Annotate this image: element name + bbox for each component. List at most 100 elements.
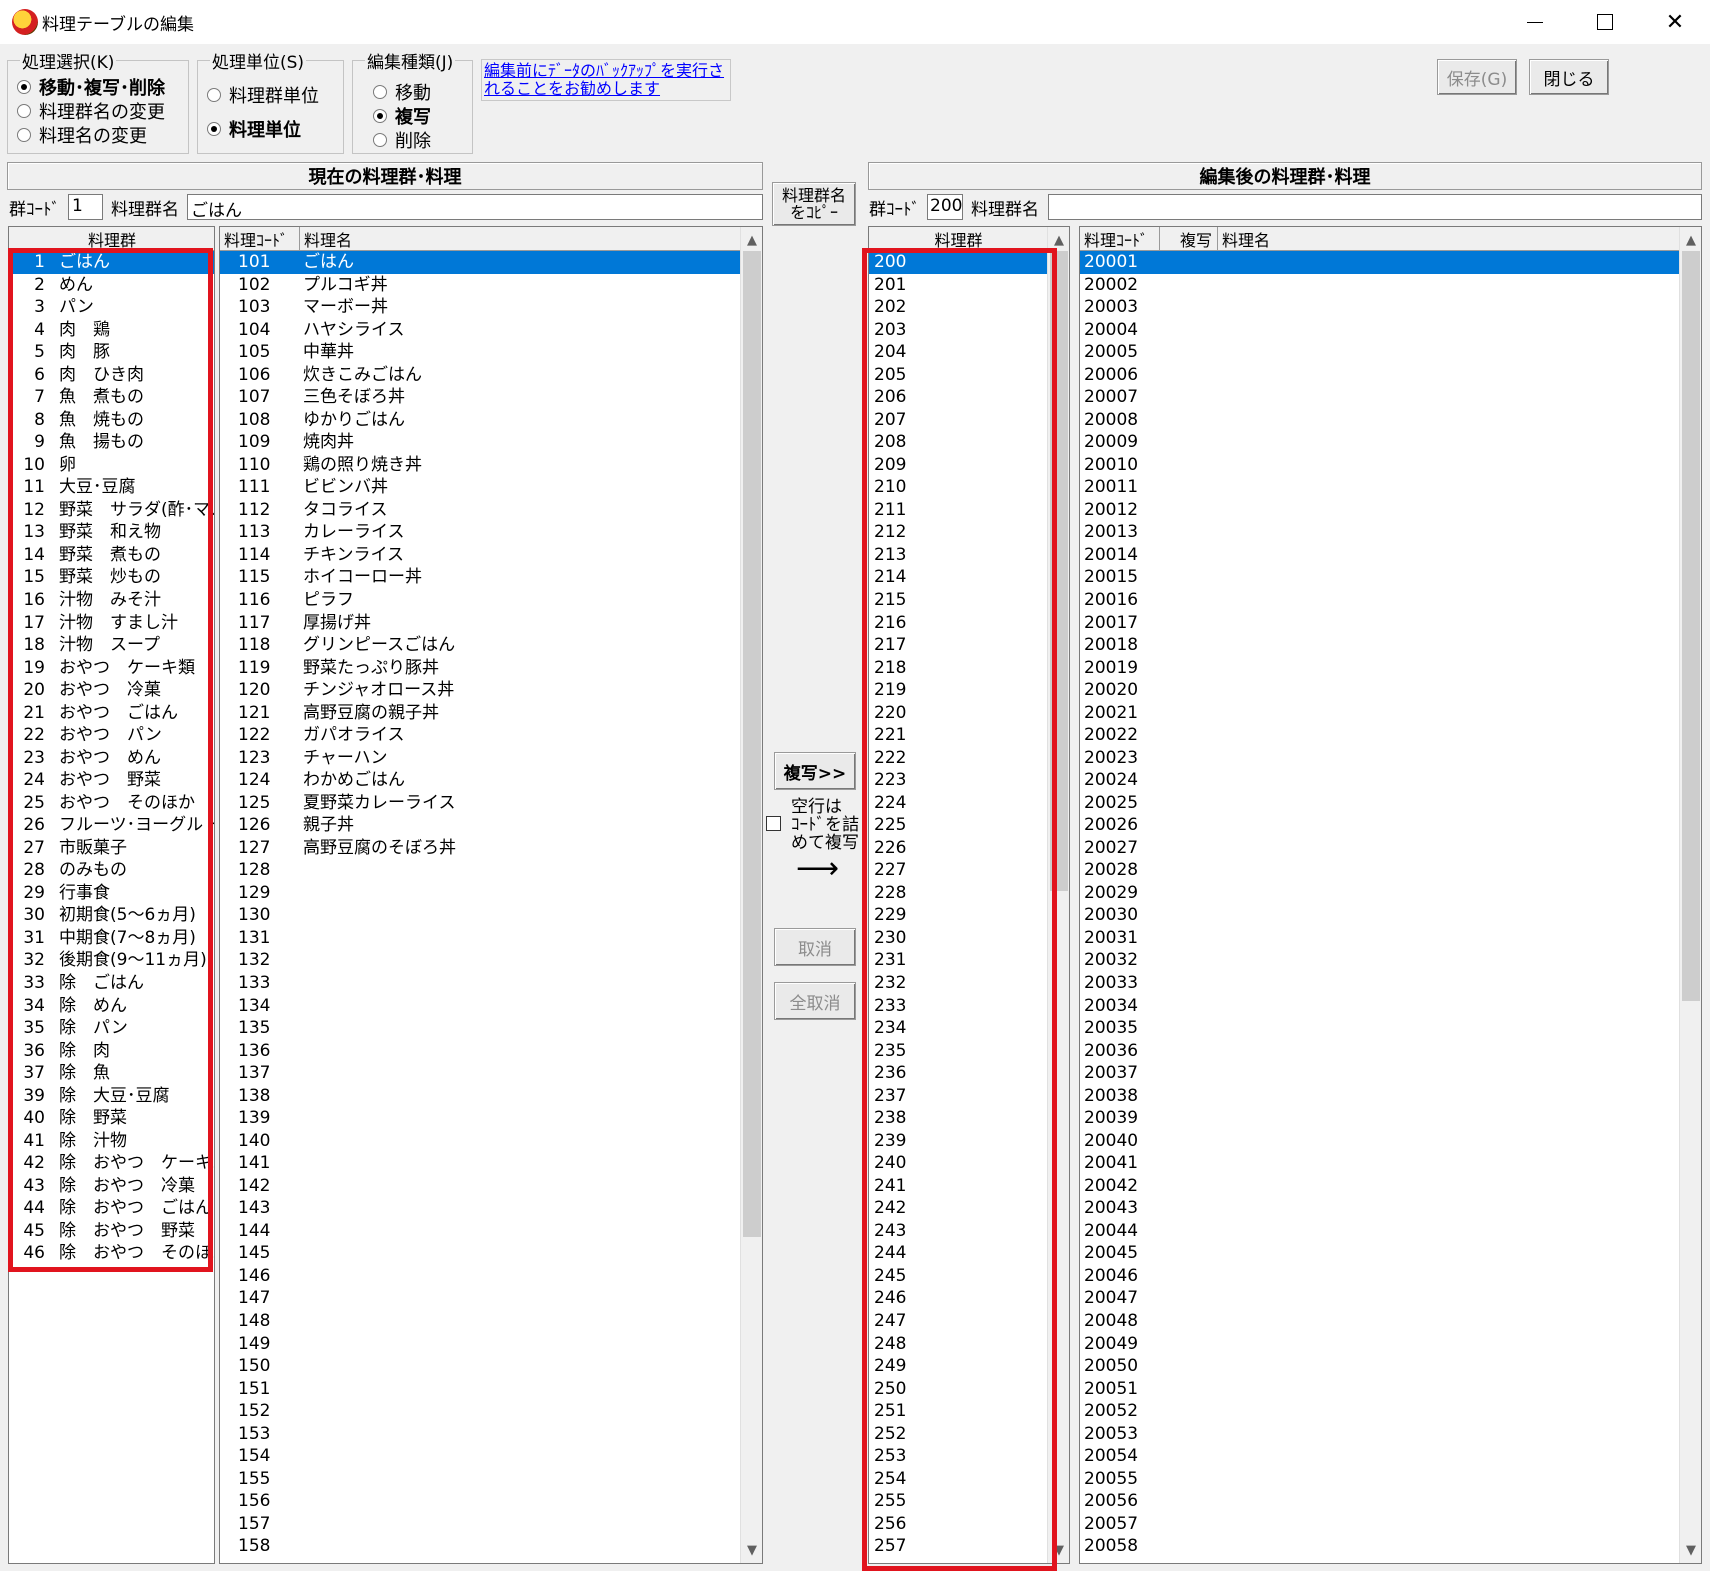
edited-dish-row[interactable]: 20056 (1080, 1490, 1679, 1513)
dish-row[interactable]: 154 (220, 1445, 740, 1468)
scroll-up-icon[interactable]: ▲ (1680, 229, 1701, 251)
edited-group-row[interactable]: 204 (869, 341, 1047, 364)
edited-group-row[interactable]: 245 (869, 1265, 1047, 1288)
edited-group-row[interactable]: 237 (869, 1085, 1047, 1108)
edited-group-row[interactable]: 255 (869, 1490, 1047, 1513)
edited-group-row[interactable]: 233 (869, 995, 1047, 1018)
edited-dish-row[interactable]: 20012 (1080, 499, 1679, 522)
edited-group-row[interactable]: 220 (869, 702, 1047, 725)
group-row[interactable]: 5 肉 豚 (9, 341, 214, 364)
edited-group-row[interactable]: 240 (869, 1152, 1047, 1175)
edited-dish-row[interactable]: 20016 (1080, 589, 1679, 612)
edited-dish-row[interactable]: 20039 (1080, 1107, 1679, 1130)
group-row[interactable]: 17 汁物 すまし汁 (9, 612, 214, 635)
group-row[interactable]: 1 ごはん (9, 251, 214, 274)
dish-row[interactable]: 117 厚揚げ丼 (220, 612, 740, 635)
edited-group-row[interactable]: 230 (869, 927, 1047, 950)
dish-row[interactable]: 121 高野豆腐の親子丼 (220, 702, 740, 725)
edited-group-row[interactable]: 207 (869, 409, 1047, 432)
edited-group-row[interactable]: 243 (869, 1220, 1047, 1243)
edited-dish-row[interactable]: 20042 (1080, 1175, 1679, 1198)
col-header-edited-dish-name[interactable]: 料理名 (1218, 227, 1681, 251)
group-row[interactable]: 33 除 ごはん (9, 972, 214, 995)
edited-group-row[interactable]: 225 (869, 814, 1047, 837)
edited-dish-row[interactable]: 20044 (1080, 1220, 1679, 1243)
edited-dish-row[interactable]: 20015 (1080, 566, 1679, 589)
edited-dish-row[interactable]: 20028 (1080, 859, 1679, 882)
edited-dish-row[interactable]: 20029 (1080, 882, 1679, 905)
dish-row[interactable]: 142 (220, 1175, 740, 1198)
edited-group-row[interactable]: 250 (869, 1378, 1047, 1401)
group-row[interactable]: 20 おやつ 冷菓 (9, 679, 214, 702)
dish-row[interactable]: 126 親子丼 (220, 814, 740, 837)
dish-row[interactable]: 114 チキンライス (220, 544, 740, 567)
group-row[interactable]: 16 汁物 みそ汁 (9, 589, 214, 612)
radio-unit-dish[interactable]: 料理単位 (207, 116, 301, 142)
compact-copy-checkbox[interactable] (766, 816, 781, 831)
edited-dish-row[interactable]: 20032 (1080, 949, 1679, 972)
radio-edit-delete[interactable]: 削除 (373, 127, 431, 153)
group-row[interactable]: 35 除 パン (9, 1017, 214, 1040)
edited-dish-row[interactable]: 20050 (1080, 1355, 1679, 1378)
left-dish-scrollbar[interactable]: ▲ ▼ (740, 227, 762, 1563)
edited-group-row[interactable]: 211 (869, 499, 1047, 522)
dish-row[interactable]: 135 (220, 1017, 740, 1040)
group-row[interactable]: 28 のみもの (9, 859, 214, 882)
edited-group-row[interactable]: 200 (869, 251, 1047, 274)
dish-row[interactable]: 143 (220, 1197, 740, 1220)
edited-group-row[interactable]: 236 (869, 1062, 1047, 1085)
close-window-button[interactable]: ✕ (1640, 0, 1710, 44)
col-header-edited-dish-code[interactable]: 料理ｺｰﾄﾞ (1080, 227, 1160, 251)
radio-move-copy-delete[interactable]: 移動･複写･削除 (17, 74, 165, 100)
group-row[interactable]: 6 肉 ひき肉 (9, 364, 214, 387)
group-row[interactable]: 21 おやつ ごはん (9, 702, 214, 725)
edited-dish-row[interactable]: 20013 (1080, 521, 1679, 544)
group-row[interactable]: 42 除 おやつ ケーキ… (9, 1152, 214, 1175)
edited-group-row[interactable]: 214 (869, 566, 1047, 589)
edited-dish-row[interactable]: 20057 (1080, 1513, 1679, 1536)
edited-group-row[interactable]: 218 (869, 657, 1047, 680)
edited-dish-row[interactable]: 20038 (1080, 1085, 1679, 1108)
edited-dish-row[interactable]: 20037 (1080, 1062, 1679, 1085)
dish-row[interactable]: 131 (220, 927, 740, 950)
group-row[interactable]: 34 除 めん (9, 995, 214, 1018)
edited-dish-row[interactable]: 20018 (1080, 634, 1679, 657)
dish-row[interactable]: 115 ホイコーロー丼 (220, 566, 740, 589)
edited-dish-row[interactable]: 20049 (1080, 1333, 1679, 1356)
edited-group-row[interactable]: 215 (869, 589, 1047, 612)
group-row[interactable]: 12 野菜 サラダ(酢･マ… (9, 499, 214, 522)
group-row[interactable]: 4 肉 鶏 (9, 319, 214, 342)
col-header-dish-code[interactable]: 料理ｺｰﾄﾞ (220, 227, 300, 251)
group-row[interactable]: 10 卵 (9, 454, 214, 477)
dish-row[interactable]: 109 焼肉丼 (220, 431, 740, 454)
edited-dish-row[interactable]: 20008 (1080, 409, 1679, 432)
group-row[interactable]: 43 除 おやつ 冷菓 (9, 1175, 214, 1198)
edited-dish-row[interactable]: 20054 (1080, 1445, 1679, 1468)
group-row[interactable]: 15 野菜 炒もの (9, 566, 214, 589)
group-row[interactable]: 26 フルーツ･ヨーグルト (9, 814, 214, 837)
group-row[interactable]: 40 除 野菜 (9, 1107, 214, 1130)
edited-group-row[interactable]: 238 (869, 1107, 1047, 1130)
dish-row[interactable]: 103 マーボー丼 (220, 296, 740, 319)
edited-dish-row[interactable]: 20005 (1080, 341, 1679, 364)
dish-row[interactable]: 118 グリンピースごはん (220, 634, 740, 657)
edited-group-row[interactable]: 254 (869, 1468, 1047, 1491)
radio-rename-dish[interactable]: 料理名の変更 (17, 122, 147, 148)
dish-row[interactable]: 150 (220, 1355, 740, 1378)
edited-dish-row[interactable]: 20024 (1080, 769, 1679, 792)
dish-row[interactable]: 113 カレーライス (220, 521, 740, 544)
group-row[interactable]: 23 おやつ めん (9, 747, 214, 770)
dish-row[interactable]: 120 チンジャオロース丼 (220, 679, 740, 702)
dish-row[interactable]: 138 (220, 1085, 740, 1108)
dish-row[interactable]: 112 タコライス (220, 499, 740, 522)
radio-rename-group[interactable]: 料理群名の変更 (17, 98, 165, 124)
edited-group-row[interactable]: 224 (869, 792, 1047, 815)
edited-dish-row[interactable]: 20017 (1080, 612, 1679, 635)
edited-group-row[interactable]: 249 (869, 1355, 1047, 1378)
col-header-dish-name[interactable]: 料理名 (300, 227, 742, 251)
dish-row[interactable]: 158 (220, 1535, 740, 1558)
save-button[interactable]: 保存(G) (1437, 59, 1517, 95)
edited-dish-row[interactable]: 20052 (1080, 1400, 1679, 1423)
group-row[interactable]: 29 行事食 (9, 882, 214, 905)
group-row[interactable]: 27 市販菓子 (9, 837, 214, 860)
